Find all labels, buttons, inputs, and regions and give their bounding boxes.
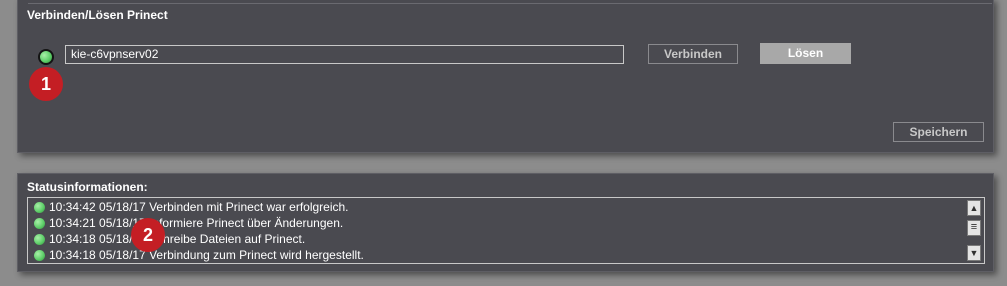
status-ok-icon [34, 202, 45, 213]
log-entry: 10:34:18 05/18/17 Schreibe Dateien auf P… [34, 231, 305, 247]
disconnect-button[interactable]: Lösen [760, 43, 851, 64]
log-entry: 10:34:21 05/18/17 Informiere Prinect übe… [34, 215, 343, 231]
divider [28, 3, 992, 4]
status-panel-title: Statusinformationen: [27, 180, 148, 194]
status-ok-icon [34, 234, 45, 245]
log-entry-text: 10:34:42 05/18/17 Verbinden mit Prinect … [49, 200, 349, 214]
log-entry-text: 10:34:18 05/18/17 Verbindung zum Prinect… [49, 248, 364, 262]
log-entry-text: 10:34:18 05/18/17 Schreibe Dateien auf P… [49, 232, 306, 246]
connection-panel: Verbinden/Lösen Prinect Verbinden Lösen … [17, 0, 994, 153]
scrollbar-thumb-grip-icon[interactable]: ≡ [967, 220, 981, 236]
status-ok-icon [34, 218, 45, 229]
connect-button[interactable]: Verbinden [648, 44, 738, 64]
save-button[interactable]: Speichern [893, 122, 984, 142]
scroll-up-arrow-icon[interactable]: ▲ [967, 200, 981, 216]
status-ok-icon [34, 250, 45, 261]
log-entry: 10:34:42 05/18/17 Verbinden mit Prinect … [34, 199, 349, 215]
scroll-down-arrow-icon[interactable]: ▼ [967, 245, 981, 261]
callout-badge-2: 2 [131, 218, 165, 252]
log-entry-text: 10:34:21 05/18/17 Informiere Prinect übe… [49, 216, 344, 230]
callout-badge-1: 1 [29, 67, 63, 101]
status-log-list[interactable]: 10:34:42 05/18/17 Verbinden mit Prinect … [27, 197, 985, 264]
server-host-input[interactable] [65, 45, 624, 64]
connection-status-led-icon [38, 49, 54, 65]
log-entry: 10:34:18 05/18/17 Verbindung zum Prinect… [34, 247, 364, 263]
connection-panel-title: Verbinden/Lösen Prinect [27, 8, 168, 22]
status-panel: Statusinformationen: 10:34:42 05/18/17 V… [17, 173, 994, 272]
